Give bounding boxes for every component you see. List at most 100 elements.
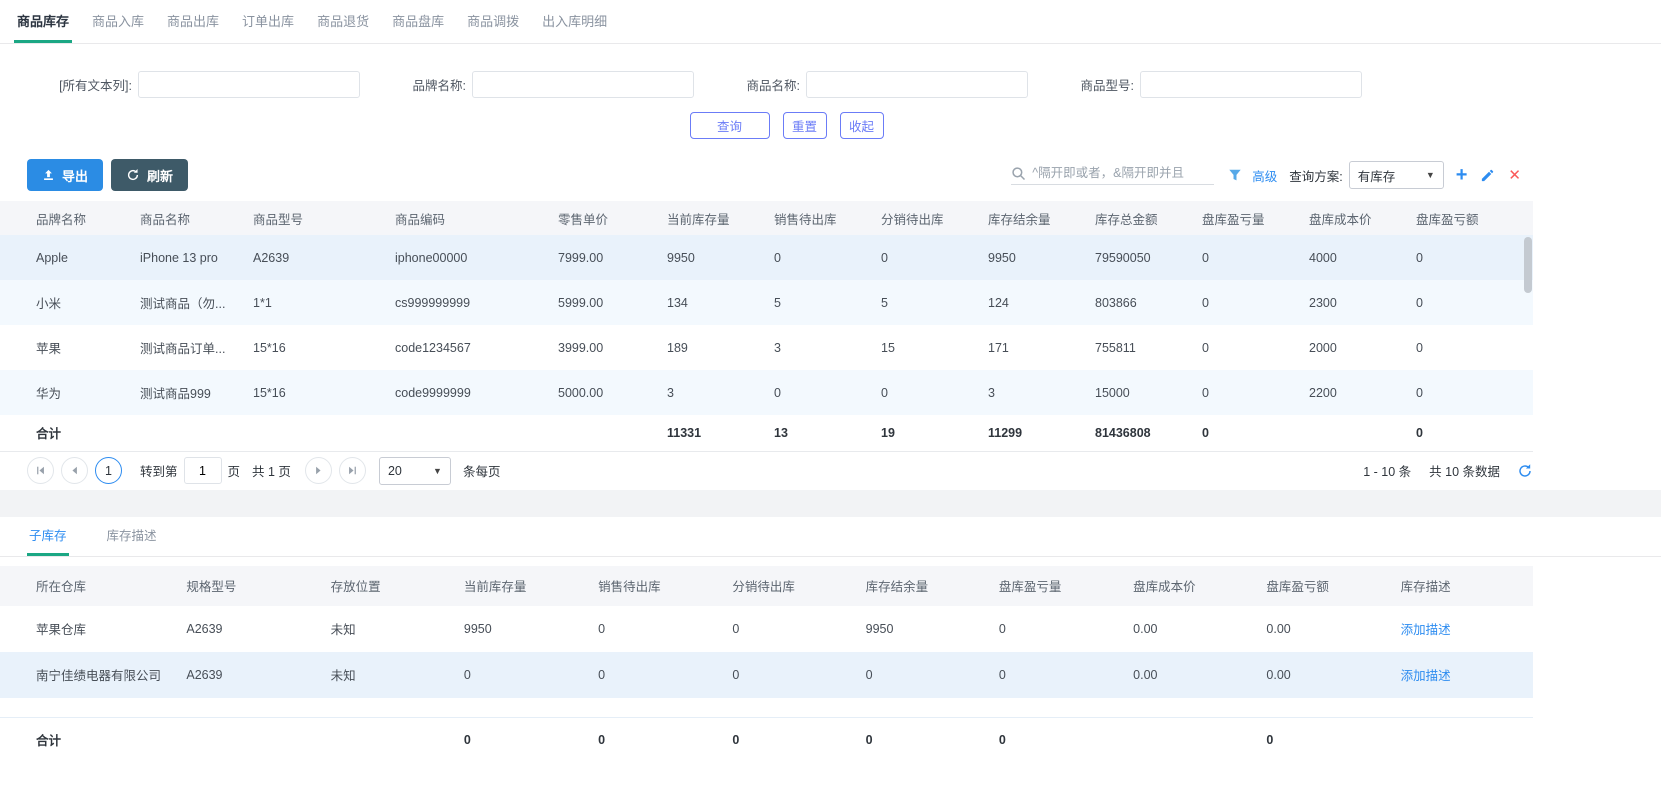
goto-page-input[interactable] <box>183 457 222 484</box>
current-page[interactable]: 1 <box>95 457 122 484</box>
add-description-link[interactable]: 添加描述 <box>1401 669 1451 683</box>
col-current-stock[interactable]: 当前库存量 <box>667 201 774 235</box>
advanced-link[interactable]: 高级 <box>1252 166 1277 185</box>
tab-order-outbound[interactable]: 订单出库 <box>239 0 297 43</box>
table-row[interactable]: 华为 测试商品999 15*16 code9999999 5000.00 3 0… <box>0 370 1533 415</box>
first-page-button[interactable] <box>27 457 54 484</box>
quick-search-input[interactable] <box>1032 166 1215 180</box>
cell: A2639 <box>186 667 223 682</box>
total-count-info: 共 10 条数据 <box>1429 465 1500 479</box>
add-scheme-icon[interactable]: + <box>1456 165 1468 185</box>
all-text-input[interactable] <box>138 71 360 98</box>
col-dist-pending[interactable]: 分销待出库 <box>881 201 988 235</box>
col-check-amount[interactable]: 盘库盈亏额 <box>1416 201 1533 235</box>
tab-goods-transfer[interactable]: 商品调拨 <box>464 0 522 43</box>
filter-all-text: [所有文本列]: <box>36 71 360 98</box>
delete-scheme-icon[interactable]: ✕ <box>1508 166 1521 184</box>
refresh-button[interactable]: 刷新 <box>111 159 189 191</box>
total-cell: 11331 <box>667 425 702 440</box>
product-input[interactable] <box>806 71 1028 98</box>
quick-search <box>1011 166 1215 185</box>
col-product-code[interactable]: 商品编码 <box>395 201 558 235</box>
col-product-model[interactable]: 商品型号 <box>253 201 395 235</box>
tab-goods-inbound[interactable]: 商品入库 <box>89 0 147 43</box>
total-pages-label: 共 1 页 <box>252 465 291 479</box>
collapse-button[interactable]: 收起 <box>839 112 884 139</box>
next-page-button[interactable] <box>304 457 332 484</box>
sub-table-row[interactable]: 南宁佳绩电器有限公司 A2639 未知 0 0 0 0 0 0.00 0.00 … <box>0 651 1533 698</box>
reset-button[interactable]: 重置 <box>782 112 827 139</box>
total-cell <box>186 718 330 762</box>
section-divider <box>0 489 1661 517</box>
col-check-cost[interactable]: 盘库成本价 <box>1309 201 1416 235</box>
col-check-amount[interactable]: 盘库盈亏额 <box>1266 566 1400 606</box>
table-row[interactable]: Apple iPhone 13 pro A2639 iphone00000 79… <box>0 235 1533 280</box>
col-spec-model[interactable]: 规格型号 <box>186 566 330 606</box>
sub-stock-table-wrap: 所在仓库 规格型号 存放位置 当前库存量 销售待出库 分销待出库 库存结余量 盘… <box>0 565 1533 762</box>
col-warehouse[interactable]: 所在仓库 <box>0 566 186 606</box>
export-label: 导出 <box>62 168 89 184</box>
table-header-row: 品牌名称 商品名称 商品型号 商品编码 零售单价 当前库存量 销售待出库 分销待… <box>0 201 1533 235</box>
col-current-stock[interactable]: 当前库存量 <box>464 566 598 606</box>
table-row[interactable]: 苹果 测试商品订单... 15*16 code1234567 3999.00 1… <box>0 325 1533 370</box>
tab-inout-detail[interactable]: 出入库明细 <box>539 0 610 43</box>
col-stock-amount[interactable]: 库存总金额 <box>1095 201 1202 235</box>
col-location[interactable]: 存放位置 <box>331 566 464 606</box>
scrollbar-thumb[interactable] <box>1524 237 1532 293</box>
col-stock-balance[interactable]: 库存结余量 <box>988 201 1095 235</box>
tab-sub-stock[interactable]: 子库存 <box>27 517 69 556</box>
refresh-icon <box>126 168 140 182</box>
all-text-label: [所有文本列]: <box>59 79 132 93</box>
cell: 2300 <box>1309 295 1337 310</box>
filter-funnel-icon[interactable] <box>1228 168 1242 182</box>
table-row[interactable]: 小米 测试商品（勿... 1*1 cs999999999 5999.00 134… <box>0 280 1533 325</box>
col-product-name[interactable]: 商品名称 <box>140 201 253 235</box>
col-brand-name[interactable]: 品牌名称 <box>0 201 140 235</box>
prev-page-button[interactable] <box>61 457 88 484</box>
cell: 9950 <box>463 621 492 636</box>
cell: 未知 <box>330 623 356 637</box>
total-cell: 0 <box>1416 425 1423 440</box>
sub-table-row[interactable]: 苹果仓库 A2639 未知 9950 0 0 9950 0 0.00 0.00 … <box>0 606 1533 652</box>
cell: cs999999999 <box>395 295 471 310</box>
col-check-qty[interactable]: 盘库盈亏量 <box>999 566 1133 606</box>
total-cell: 81436808 <box>1095 425 1151 440</box>
chevron-down-icon: ▼ <box>433 465 442 476</box>
last-page-button[interactable] <box>338 457 366 484</box>
tab-product-stock[interactable]: 商品库存 <box>14 0 73 43</box>
export-button[interactable]: 导出 <box>27 159 104 191</box>
brand-input[interactable] <box>472 71 694 98</box>
tab-goods-return[interactable]: 商品退货 <box>314 0 372 43</box>
reload-icon[interactable] <box>1517 463 1533 479</box>
cell: 华为 <box>36 387 62 401</box>
cell: 7999.00 <box>558 250 604 265</box>
tab-stocktaking[interactable]: 商品盘库 <box>389 0 447 43</box>
col-retail-price[interactable]: 零售单价 <box>558 201 667 235</box>
tab-goods-outbound[interactable]: 商品出库 <box>164 0 222 43</box>
tab-stock-description[interactable]: 库存描述 <box>105 517 159 556</box>
col-sales-pending[interactable]: 销售待出库 <box>598 566 732 606</box>
col-check-cost[interactable]: 盘库成本价 <box>1133 566 1266 606</box>
table-scrollbar[interactable] <box>1524 237 1532 447</box>
col-check-qty[interactable]: 盘库盈亏量 <box>1202 201 1309 235</box>
cell: 0 <box>1416 340 1423 355</box>
model-input[interactable] <box>1140 71 1362 98</box>
col-sales-pending[interactable]: 销售待出库 <box>774 201 881 235</box>
total-cell: 0 <box>598 732 606 747</box>
total-cell <box>140 415 253 451</box>
col-dist-pending[interactable]: 分销待出库 <box>732 566 865 606</box>
query-button[interactable]: 查询 <box>689 112 770 139</box>
cell: 5 <box>881 295 888 310</box>
add-description-link[interactable]: 添加描述 <box>1401 623 1451 637</box>
cell: 0 <box>1416 295 1423 310</box>
page-size-select[interactable]: 20 ▼ <box>378 456 451 485</box>
col-stock-balance[interactable]: 库存结余量 <box>866 566 999 606</box>
edit-scheme-icon[interactable] <box>1480 168 1495 183</box>
cell: 0 <box>732 621 740 636</box>
refresh-label: 刷新 <box>147 168 174 184</box>
scheme-select[interactable]: 有库存 ▼ <box>1348 161 1444 189</box>
cell: 9950 <box>988 250 1016 265</box>
total-cell: 0 <box>1266 732 1274 747</box>
cell: 15000 <box>1095 385 1130 400</box>
col-stock-desc[interactable]: 库存描述 <box>1401 566 1533 606</box>
